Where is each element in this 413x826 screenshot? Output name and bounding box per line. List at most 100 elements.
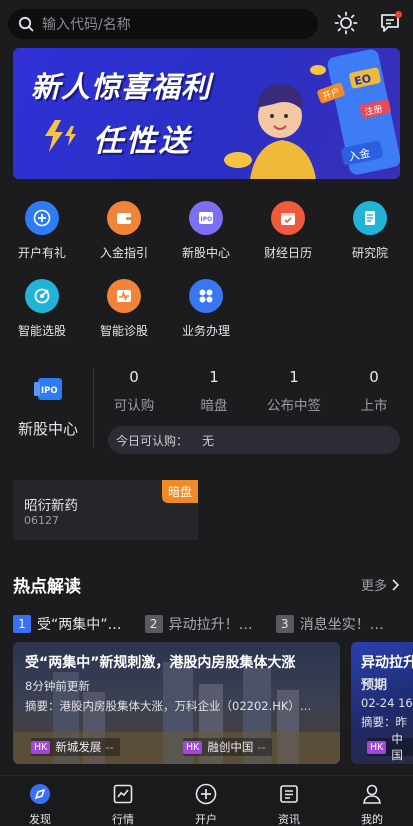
apps-icon xyxy=(189,279,223,313)
ipo-section[interactable]: IPO 新股中心 0 可认购 1 暗盘 1 公布中签 0 上市 今日可认购： 无 xyxy=(0,362,413,462)
news-card-1[interactable]: 受“两集中”新规刺激，港股内房股集体大涨 8分钟前更新 摘要：港股内房股集体大涨… xyxy=(13,642,340,764)
grid-item-label: 入金指引 xyxy=(99,246,148,260)
tab-label: 我的 xyxy=(361,813,383,826)
tab-market[interactable]: 行情 xyxy=(93,782,153,826)
ipo-stat-subscribable[interactable]: 0 可认购 xyxy=(94,368,174,414)
stat-value: 1 xyxy=(209,368,219,386)
compass-icon xyxy=(30,784,50,804)
tab-label: 异动拉升！… xyxy=(168,617,253,633)
grey-market-stock-card[interactable]: 昭衍新药 06127 暗盘 xyxy=(13,480,198,540)
chevron-right-icon xyxy=(392,578,399,591)
ipo-icon: IPO xyxy=(34,378,62,400)
person-icon xyxy=(363,784,381,804)
chip-name: 中国 xyxy=(391,732,403,762)
hot-topic-tabs: 1 受“两集中”… 2 异动拉升！… 3 消息坐实！… xyxy=(13,613,413,635)
search-input[interactable]: 输入代码/名称 xyxy=(8,9,318,39)
stock-name: 昭衍新药 xyxy=(24,498,78,514)
section-title: 热点解读 xyxy=(13,577,81,597)
news-card-2[interactable]: 异动拉升 预期 02-24 16 摘要：昨 HK 中国 xyxy=(351,642,413,764)
tab-label: 开户 xyxy=(195,813,217,826)
stat-value: 0 xyxy=(369,368,379,386)
promo-banner[interactable]: 新人惊喜福利 任性送 EO 注册 开户 入金 xyxy=(13,48,400,179)
stock-chip[interactable]: HK 中国 xyxy=(367,732,413,762)
stat-label: 暗盘 xyxy=(200,398,228,414)
news-headline: 异动拉升 xyxy=(361,655,413,671)
grid-item-finance-calendar[interactable]: 财经日历 xyxy=(247,201,329,261)
stock-chip[interactable]: HK 新城发展 -- xyxy=(31,738,120,756)
messages-button[interactable] xyxy=(377,10,403,36)
grid-item-ipo-center[interactable]: IPO 新股中心 xyxy=(165,201,247,261)
chip-change: -- xyxy=(105,740,114,754)
market-tag: HK xyxy=(183,740,203,754)
grid-item-label: 智能选股 xyxy=(17,324,66,338)
grid-item-label: 智能诊股 xyxy=(99,324,148,338)
tab-profile[interactable]: 我的 xyxy=(342,782,402,826)
stock-code: 06127 xyxy=(24,514,59,527)
news-time: 预期 xyxy=(361,678,388,693)
grid-item-label: 业务办理 xyxy=(181,324,230,338)
plus-circle-icon xyxy=(195,783,217,805)
today-subscribable-bar[interactable]: 今日可认购： 无 xyxy=(108,426,400,454)
chip-change: -- xyxy=(257,740,266,754)
banner-subline: 任性送 xyxy=(93,124,192,159)
hot-tab-2[interactable]: 2 异动拉升！… xyxy=(144,614,253,634)
document-icon xyxy=(353,201,387,235)
banner-headline: 新人惊喜福利 xyxy=(31,70,212,104)
ipo-stat-allotment[interactable]: 1 公布中签 xyxy=(254,368,334,414)
grid-item-deposit-guide[interactable]: 入金指引 xyxy=(83,201,165,261)
grid-item-label: 研究院 xyxy=(351,246,388,260)
news-time: 8分钟前更新 xyxy=(25,679,90,693)
stat-label: 可认购 xyxy=(113,398,155,414)
today-value: 无 xyxy=(202,433,215,448)
ipo-center-label: 新股中心 xyxy=(17,420,78,438)
ipo-stat-grey-market[interactable]: 1 暗盘 xyxy=(174,368,254,414)
grid-item-label: 开户有礼 xyxy=(17,246,66,260)
market-tag: HK xyxy=(31,740,51,754)
target-icon xyxy=(25,279,59,313)
tab-label: 消息坐实！… xyxy=(299,617,384,633)
stock-chip[interactable]: HK 融创中国 -- xyxy=(183,738,272,756)
tab-label: 发现 xyxy=(29,813,51,826)
ipo-center-link[interactable]: IPO 新股中心 xyxy=(10,374,86,439)
tab-news[interactable]: 资讯 xyxy=(259,782,319,826)
grid-item-smart-pick[interactable]: 智能选股 xyxy=(1,279,83,339)
chart-icon xyxy=(113,784,133,804)
grid-item-research[interactable]: 研究院 xyxy=(329,201,411,261)
stat-value: 1 xyxy=(289,368,299,386)
banner-illustration: EO 注册 开户 入金 xyxy=(224,49,400,179)
ipo-icon: IPO xyxy=(189,201,223,235)
ipo-stat-listing[interactable]: 0 上市 xyxy=(334,368,413,414)
grid-item-smart-diagnose[interactable]: 智能诊股 xyxy=(83,279,165,339)
news-headline: 受“两集中”新规刺激，港股内房股集体大涨 xyxy=(25,655,296,671)
hot-tab-1[interactable]: 1 受“两集中”… xyxy=(13,614,122,634)
status-badge: 暗盘 xyxy=(161,480,198,503)
ipo-icon-text: IPO xyxy=(41,386,58,396)
news-icon xyxy=(280,785,298,803)
search-icon xyxy=(18,16,34,32)
news-summary: 摘要：昨 xyxy=(361,715,407,729)
tab-label: 受“两集中”… xyxy=(37,617,122,633)
more-label: 更多 xyxy=(360,579,387,594)
more-link[interactable]: 更多 xyxy=(361,575,399,594)
lightning-icon xyxy=(45,120,76,152)
unread-dot xyxy=(395,11,402,18)
tab-discover[interactable]: 发现 xyxy=(10,782,70,826)
grid-item-label: 财经日历 xyxy=(263,246,312,260)
wallet-icon xyxy=(107,201,141,235)
grid-item-business[interactable]: 业务办理 xyxy=(165,279,247,339)
theme-toggle-button[interactable] xyxy=(333,10,359,36)
tab-label: 资讯 xyxy=(278,813,300,826)
news-summary: 摘要：港股内房股集体大涨，万科企业（02202.HK）… xyxy=(25,699,312,713)
grid-item-open-account[interactable]: 开户有礼 xyxy=(1,201,83,261)
news-date: 02-24 16 xyxy=(361,696,413,710)
chip-name: 融创中国 xyxy=(207,740,254,754)
tab-open-account[interactable]: 开户 xyxy=(176,782,236,826)
today-label: 今日可认购： xyxy=(116,433,189,448)
chip-name: 新城发展 xyxy=(55,740,102,754)
hot-tab-3[interactable]: 3 消息坐实！… xyxy=(275,614,384,634)
bottom-tab-bar: 发现 行情 开户 资讯 我的 xyxy=(0,775,413,826)
grid-item-label: 新股中心 xyxy=(181,246,230,260)
search-placeholder: 输入代码/名称 xyxy=(42,17,131,33)
top-bar: 输入代码/名称 xyxy=(0,0,413,48)
tab-number: 1 xyxy=(13,615,31,633)
